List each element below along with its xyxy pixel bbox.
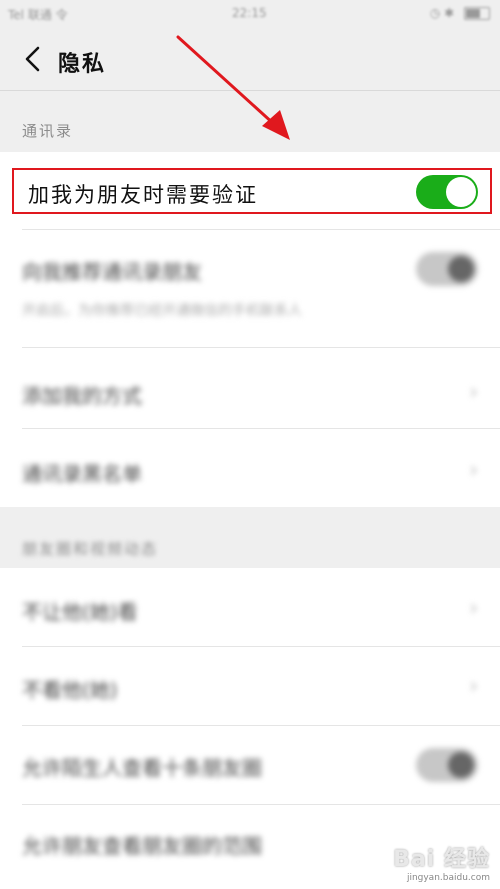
watermark-url: jingyan.baidu.com xyxy=(406,873,490,883)
row-subtext: 开启后，为你推荐已经开通微信的手机联系人 xyxy=(22,303,302,319)
section-header-contacts: 通讯录 xyxy=(22,122,74,140)
navigation-bar: 隐私 xyxy=(0,28,500,91)
verify-friend-label: 加我为朋友时需要验证 xyxy=(28,183,258,207)
toggle-switch[interactable] xyxy=(416,252,478,286)
watermark-logo: Bai 经验 xyxy=(393,847,490,872)
chevron-right-icon: › xyxy=(469,458,478,483)
toggle-knob xyxy=(446,177,476,207)
row-label: 允许陌生人查看十条朋友圈 xyxy=(22,756,262,780)
verify-friend-row[interactable]: 加我为朋友时需要验证 xyxy=(12,168,492,214)
status-indicators: ◷ ✱ xyxy=(430,6,490,20)
status-bar: Tel 联通 令 22:15 ◷ ✱ xyxy=(0,0,500,28)
divider xyxy=(22,428,500,429)
row-label: 通讯录黑名单 xyxy=(22,462,142,486)
divider xyxy=(22,804,500,805)
status-icons: ◷ ✱ xyxy=(429,6,455,20)
verify-friend-toggle[interactable] xyxy=(416,175,478,209)
battery-icon xyxy=(464,7,490,20)
toggle-switch[interactable] xyxy=(416,748,478,782)
row-label: 不让他(她)看 xyxy=(22,600,138,624)
row-label: 允许朋友查看朋友圈的范围 xyxy=(22,834,262,858)
setting-row-recommend-contacts[interactable]: 向我推荐通讯录朋友 开启后，为你推荐已经开通微信的手机联系人 xyxy=(0,240,500,330)
row-label: 向我推荐通讯录朋友 xyxy=(22,260,202,284)
setting-row-add-methods[interactable]: 添加我的方式 › xyxy=(0,360,500,430)
setting-row-stranger-view[interactable]: 允许陌生人查看十条朋友圈 xyxy=(0,734,500,800)
divider xyxy=(22,347,500,348)
chevron-right-icon: › xyxy=(469,674,478,699)
divider xyxy=(22,646,500,647)
status-carrier: Tel 联通 令 xyxy=(8,8,68,22)
page-title: 隐私 xyxy=(58,52,107,77)
chevron-right-icon: › xyxy=(469,596,478,621)
back-arrow-icon[interactable] xyxy=(18,42,48,76)
setting-row-hide-from[interactable]: 不让他(她)看 › xyxy=(0,578,500,644)
row-label: 不看他(她) xyxy=(22,678,118,702)
status-time: 22:15 xyxy=(232,6,267,20)
chevron-right-icon: › xyxy=(469,380,478,405)
section-header-moments: 朋友圈和视频动态 xyxy=(22,540,159,558)
watermark: Bai 经验 jingyan.baidu.com xyxy=(393,841,490,883)
setting-row-blacklist[interactable]: 通讯录黑名单 › xyxy=(0,440,500,506)
row-label: 添加我的方式 xyxy=(22,384,142,408)
setting-row-dont-see[interactable]: 不看他(她) › xyxy=(0,656,500,722)
divider xyxy=(22,725,500,726)
divider xyxy=(22,229,500,230)
